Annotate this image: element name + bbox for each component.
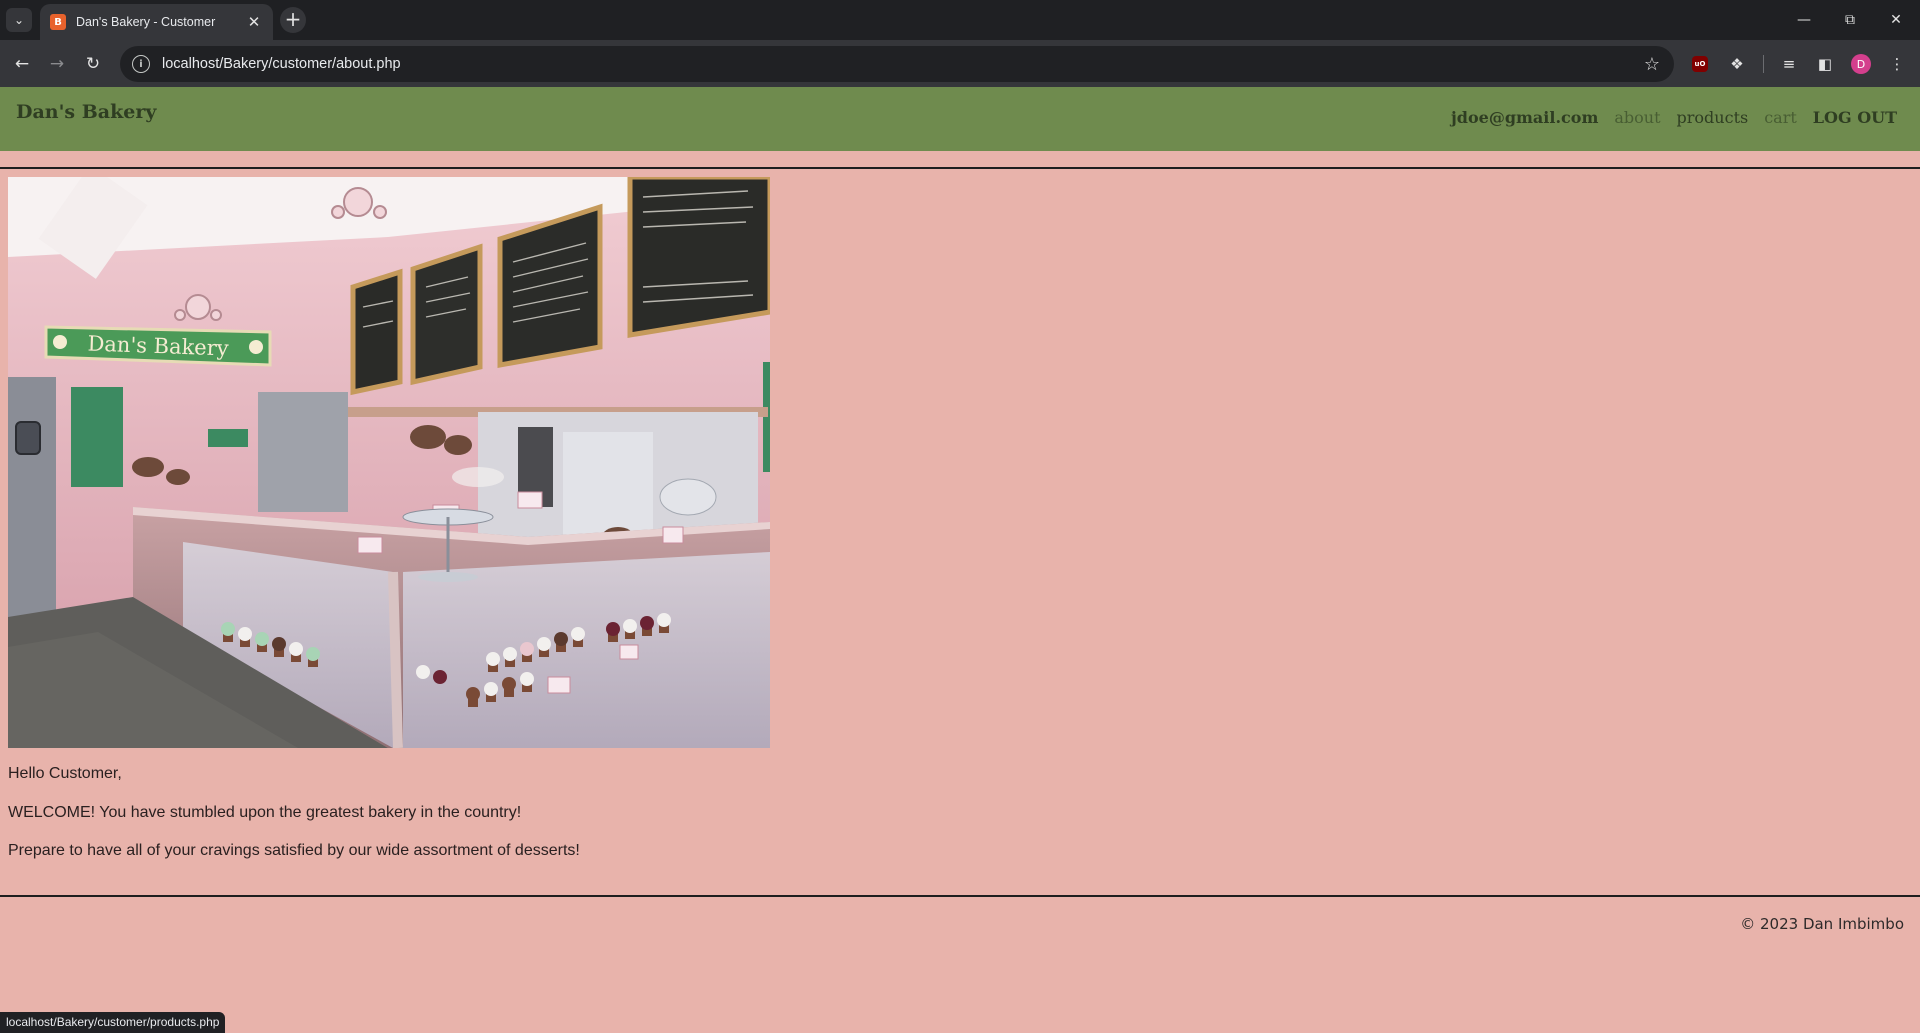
tab-title: Dan's Bakery - Customer bbox=[76, 15, 216, 29]
close-window-button[interactable]: ✕ bbox=[1873, 0, 1919, 40]
bakery-favicon-icon: B bbox=[50, 14, 66, 30]
chevron-down-icon: ⌄ bbox=[13, 13, 25, 27]
profile-button[interactable]: D bbox=[1848, 51, 1874, 77]
svg-text:Dan's Bakery: Dan's Bakery bbox=[87, 332, 229, 361]
forward-button[interactable]: → bbox=[44, 51, 70, 77]
tagline-text: Prepare to have all of your cravings sat… bbox=[8, 842, 580, 859]
arrow-left-icon: ← bbox=[14, 54, 30, 74]
reload-button[interactable]: ↻ bbox=[80, 51, 106, 77]
bookmark-star-icon[interactable]: ☆ bbox=[1644, 54, 1660, 75]
url-text[interactable]: localhost/Bakery/customer/about.php bbox=[162, 56, 1644, 72]
minimize-button[interactable]: — bbox=[1781, 0, 1827, 40]
site-nav: jdoe@gmail.com about products cart LOG O… bbox=[1451, 108, 1897, 127]
site-info-icon[interactable]: i bbox=[132, 55, 150, 73]
toolbar-divider bbox=[1763, 55, 1764, 73]
arrow-right-icon: → bbox=[49, 54, 65, 74]
welcome-text: WELCOME! You have stumbled upon the grea… bbox=[8, 804, 522, 821]
tab-search-button[interactable]: ⌄ bbox=[6, 8, 32, 32]
nav-cart-link[interactable]: cart bbox=[1764, 108, 1797, 127]
close-icon[interactable]: ✕ bbox=[245, 13, 263, 31]
copyright-text: © 2023 Dan Imbimbo bbox=[1740, 915, 1904, 933]
back-button[interactable]: ← bbox=[9, 51, 35, 77]
extensions-button[interactable]: ❖ bbox=[1724, 51, 1750, 77]
browser-tab[interactable]: B Dan's Bakery - Customer ✕ bbox=[40, 4, 273, 40]
browser-menu-button[interactable]: ⋮ bbox=[1884, 51, 1910, 77]
site-header: Dan's Bakery jdoe@gmail.com about produc… bbox=[0, 87, 1920, 151]
browser-tab-strip: ⌄ B Dan's Bakery - Customer ✕ + — ⧉ ✕ bbox=[0, 0, 1920, 40]
link-status-bubble: localhost/Bakery/customer/products.php bbox=[0, 1012, 226, 1033]
side-panel-button[interactable]: ◧ bbox=[1812, 51, 1838, 77]
brand-title[interactable]: Dan's Bakery bbox=[16, 101, 156, 123]
reload-icon: ↻ bbox=[85, 54, 101, 74]
media-queue-icon: ≡ bbox=[1782, 55, 1796, 73]
more-vert-icon: ⋮ bbox=[1889, 55, 1905, 73]
browser-toolbar: ← → ↻ i localhost/Bakery/customer/about.… bbox=[0, 40, 1920, 87]
avatar: D bbox=[1851, 54, 1871, 74]
header-divider bbox=[0, 167, 1920, 169]
side-panel-icon: ◧ bbox=[1817, 55, 1833, 73]
media-controls-button[interactable]: ≡ bbox=[1776, 51, 1802, 77]
new-tab-button[interactable]: + bbox=[280, 7, 306, 33]
nav-about-link[interactable]: about bbox=[1614, 108, 1660, 127]
footer-divider bbox=[0, 895, 1920, 897]
nav-products-link[interactable]: products bbox=[1677, 108, 1749, 127]
logout-link[interactable]: LOG OUT bbox=[1813, 108, 1897, 127]
puzzle-piece-icon: ❖ bbox=[1730, 55, 1744, 73]
greeting-text: Hello Customer, bbox=[8, 765, 122, 782]
ublock-icon: uO bbox=[1692, 56, 1708, 72]
user-email[interactable]: jdoe@gmail.com bbox=[1451, 108, 1598, 127]
bakery-interior-image: Dan's Bakery bbox=[8, 177, 770, 748]
address-bar[interactable]: i localhost/Bakery/customer/about.php ☆ bbox=[120, 46, 1674, 82]
ublock-extension-button[interactable]: uO bbox=[1687, 51, 1713, 77]
restore-button[interactable]: ⧉ bbox=[1827, 0, 1873, 40]
